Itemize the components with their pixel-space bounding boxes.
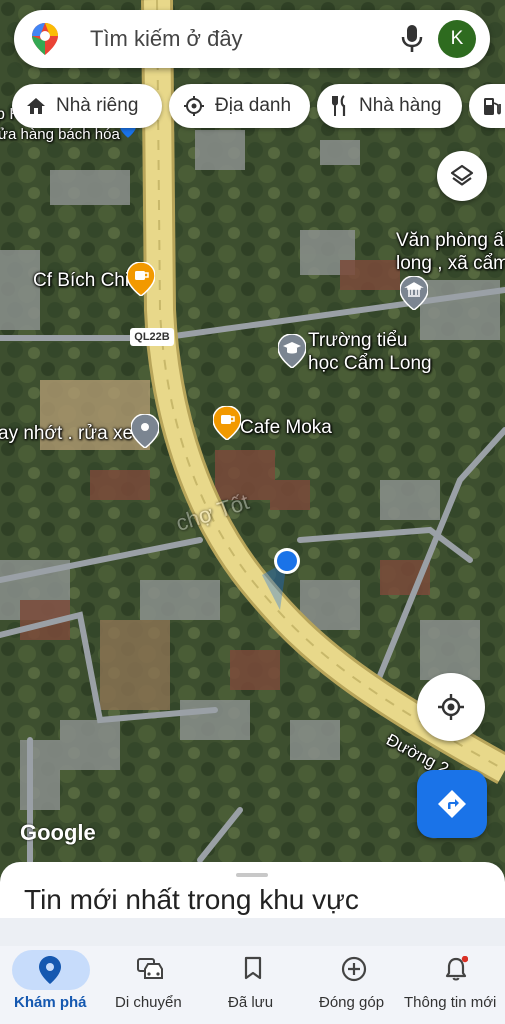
bookmark-icon [244, 956, 262, 980]
government-pin-icon[interactable] [400, 276, 428, 310]
chip-landmark[interactable]: Địa danh [169, 84, 310, 128]
cafe-pin-icon[interactable] [127, 262, 155, 296]
nav-saved-label: Đã lưu [228, 994, 274, 1011]
account-avatar[interactable]: K [438, 20, 476, 58]
bell-icon [445, 956, 468, 981]
nav-contribute[interactable]: Đóng góp [303, 946, 404, 1024]
nav-commute[interactable]: Di chuyển [101, 946, 202, 1024]
add-circle-icon [341, 956, 367, 982]
road-shield-ql22b: QL22B [130, 328, 174, 346]
microphone-icon[interactable] [400, 24, 424, 54]
directions-icon [438, 790, 466, 818]
school-pin-icon[interactable] [278, 334, 306, 368]
sheet-title: Tin mới nhất trong khu vực [24, 884, 359, 915]
restaurant-icon [332, 95, 346, 116]
location-pin-icon[interactable] [131, 414, 159, 448]
map-label-cafe-moka[interactable]: Cafe Moka [240, 417, 332, 439]
landmark-icon [184, 96, 204, 116]
map-label-office-line1[interactable]: Văn phòng ấp [396, 230, 505, 252]
my-location-button[interactable] [417, 673, 485, 741]
search-input[interactable]: Tìm kiếm ở đây [90, 26, 243, 52]
nav-explore[interactable]: Khám phá [0, 946, 101, 1024]
map-label-cafe-bich-chi[interactable]: Cf Bích Chi [33, 270, 129, 292]
gas-station-icon [484, 98, 501, 115]
explore-pin-icon [39, 956, 61, 984]
map-label-store[interactable]: ửa hàng bách hóa [0, 126, 120, 143]
category-chips: Nhà riêng Địa danh Nhà hàng [0, 84, 505, 128]
chip-home[interactable]: Nhà riêng [12, 84, 162, 128]
nav-contribute-label: Đóng góp [319, 994, 385, 1011]
chip-landmark-label: Địa danh [215, 95, 292, 116]
chip-restaurant[interactable]: Nhà hàng [317, 84, 462, 128]
map-label-office-line2[interactable]: long , xã cẩm [396, 253, 505, 275]
nav-updates[interactable]: Thông tin mới [404, 946, 505, 1024]
layers-icon [450, 164, 474, 186]
google-maps-logo-icon [32, 23, 58, 55]
nav-saved[interactable]: Đã lưu [202, 946, 303, 1024]
cafe-pin-icon[interactable] [213, 406, 241, 440]
nav-updates-label: Thông tin mới [404, 994, 497, 1011]
map-label-school-line1[interactable]: Trường tiểu [308, 330, 407, 352]
map-label-school-line2[interactable]: học Cẩm Long [308, 353, 432, 375]
chip-gas-station[interactable] [469, 84, 505, 128]
sheet-divider [0, 918, 505, 946]
chip-restaurant-label: Nhà hàng [359, 95, 442, 116]
nav-explore-label: Khám phá [14, 994, 87, 1011]
chip-home-label: Nhà riêng [56, 95, 139, 116]
search-bar[interactable]: Tìm kiếm ở đây K [14, 10, 490, 68]
home-icon [27, 98, 45, 114]
layers-button[interactable] [437, 151, 487, 201]
google-attribution: Google [20, 820, 96, 845]
car-icon [137, 958, 163, 979]
map-label-oil-shop[interactable]: ay nhớt . rửa xe [0, 423, 133, 445]
directions-button[interactable] [417, 770, 487, 838]
nav-commute-label: Di chuyển [115, 994, 182, 1011]
bottom-navigation: Khám phá Di chuyển Đã lưu Đóng góp Thông… [0, 946, 505, 1024]
crosshair-icon [438, 694, 464, 720]
sheet-drag-handle[interactable] [236, 873, 268, 877]
map-view[interactable]: p H ửa hàng bách hóa Cf Bích Chi Văn phò… [0, 0, 505, 880]
